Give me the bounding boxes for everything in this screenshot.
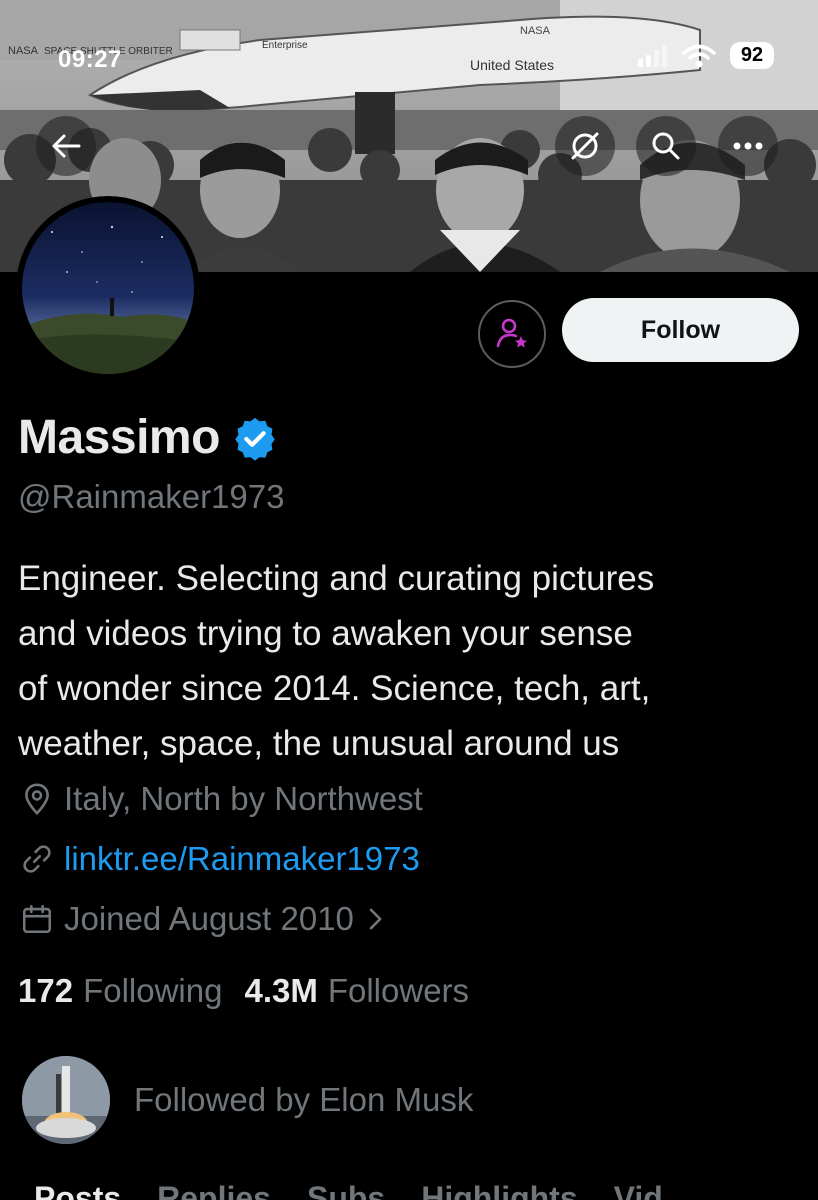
bio-line: weather, space, the unusual around us bbox=[18, 724, 620, 763]
search-button[interactable] bbox=[636, 116, 696, 176]
profile-handle: @Rainmaker1973 bbox=[18, 478, 285, 515]
followers-stat[interactable]: 4.3M Followers bbox=[244, 972, 469, 1010]
followers-label: Followers bbox=[327, 972, 470, 1009]
wifi-icon bbox=[682, 44, 716, 67]
calendar-icon bbox=[22, 904, 52, 934]
signal-icon bbox=[638, 44, 667, 67]
location-pin-icon bbox=[25, 783, 49, 815]
link-icon bbox=[23, 845, 51, 873]
banner-text-nasa-2: NASA bbox=[520, 25, 551, 37]
search-icon bbox=[652, 132, 680, 160]
follow-button[interactable]: Follow bbox=[562, 298, 799, 362]
display-name: Massimo bbox=[18, 411, 220, 464]
profile-avatar[interactable] bbox=[16, 196, 200, 380]
grok-button[interactable] bbox=[555, 116, 615, 176]
banner-text-nasa: NASA bbox=[8, 45, 39, 57]
following-stat[interactable]: 172 Following bbox=[18, 972, 222, 1010]
followed-by-text: Followed by Elon Musk bbox=[134, 1081, 474, 1118]
display-name-row: Massimo bbox=[18, 410, 278, 465]
avatar-night-sky-image bbox=[22, 202, 194, 374]
profile-joined[interactable]: Joined August 2010 bbox=[20, 900, 386, 938]
chevron-right-icon bbox=[369, 908, 382, 930]
banner-text-enterprise: Enterprise bbox=[262, 40, 308, 51]
tab-replies[interactable]: Replies bbox=[157, 1180, 271, 1200]
tab-videos[interactable]: Vid bbox=[614, 1180, 663, 1200]
battery-icon: 92 bbox=[730, 42, 774, 69]
rocket-launch-avatar-image bbox=[22, 1056, 110, 1144]
joined-text: Joined August 2010 bbox=[64, 900, 354, 937]
followed-by-row[interactable]: Followed by Elon Musk bbox=[22, 1056, 473, 1144]
verified-badge-icon[interactable] bbox=[232, 415, 278, 461]
following-label: Following bbox=[83, 972, 223, 1009]
banner-text-united-states: United States bbox=[470, 57, 554, 73]
tab-highlights[interactable]: Highlights bbox=[421, 1180, 577, 1200]
profile-link[interactable]: linktr.ee/Rainmaker1973 bbox=[20, 840, 420, 878]
subscribe-button[interactable] bbox=[478, 300, 546, 368]
profile-stats: 172 Following 4.3M Followers bbox=[18, 972, 469, 1010]
back-arrow-icon bbox=[52, 134, 81, 158]
tab-posts[interactable]: Posts bbox=[34, 1180, 121, 1200]
more-options-button[interactable] bbox=[718, 116, 778, 176]
location-text: Italy, North by Northwest bbox=[64, 780, 423, 817]
following-count: 172 bbox=[18, 972, 74, 1009]
tab-subs[interactable]: Subs bbox=[307, 1180, 385, 1200]
followers-count: 4.3M bbox=[244, 972, 318, 1009]
bio-line: of wonder since 2014. Science, tech, art… bbox=[18, 669, 651, 708]
grok-icon bbox=[571, 132, 599, 160]
back-button[interactable] bbox=[36, 116, 96, 176]
subscribe-person-star-icon bbox=[496, 318, 527, 348]
status-time: 09:27 bbox=[58, 46, 122, 73]
bio-line: and videos trying to awaken your sense bbox=[18, 614, 633, 653]
profile-tabs: Posts Replies Subs Highlights Vid bbox=[34, 1180, 663, 1200]
profile-bio: Engineer. Selecting and curating picture… bbox=[18, 551, 808, 771]
bio-line: Engineer. Selecting and curating picture… bbox=[18, 559, 655, 598]
more-icon bbox=[733, 142, 763, 150]
status-indicators: 92 bbox=[638, 42, 774, 69]
follower-avatar bbox=[22, 1056, 110, 1144]
link-text[interactable]: linktr.ee/Rainmaker1973 bbox=[64, 840, 420, 878]
profile-location: Italy, North by Northwest bbox=[20, 780, 423, 818]
